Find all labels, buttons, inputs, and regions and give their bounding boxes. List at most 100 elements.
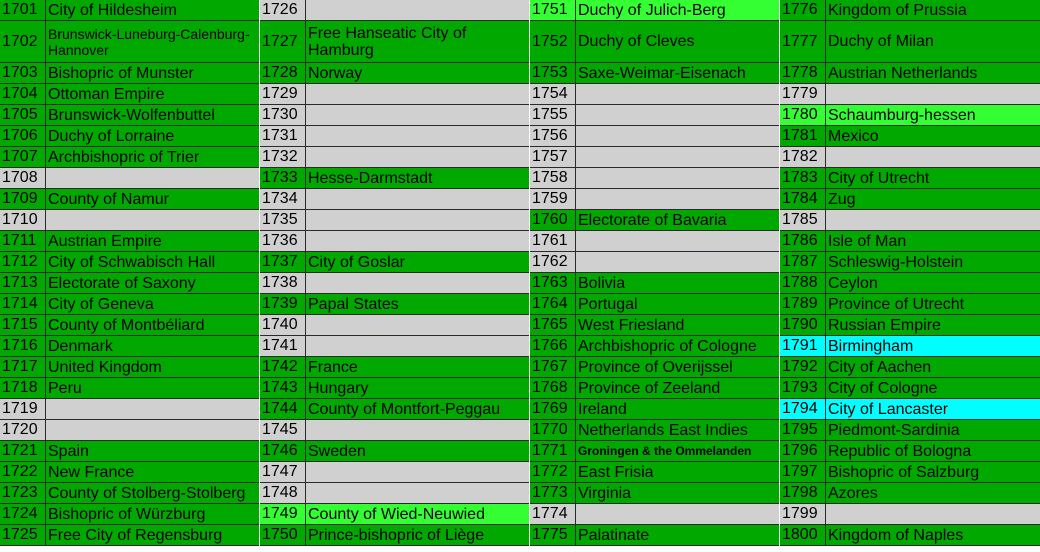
name-cell[interactable]: Free Hanseatic City of Hamburg: [306, 21, 529, 62]
table-row[interactable]: 1731: [260, 126, 529, 147]
year-cell[interactable]: 1785: [780, 210, 826, 230]
year-cell[interactable]: 1776: [780, 0, 826, 20]
table-row[interactable]: 1714 City of Geneva: [0, 294, 259, 315]
year-cell[interactable]: 1777: [780, 21, 826, 62]
table-row[interactable]: 1727 Free Hanseatic City of Hamburg: [260, 21, 529, 63]
name-cell[interactable]: Duchy of Cleves: [576, 21, 779, 62]
name-cell[interactable]: Hungary: [306, 378, 529, 398]
table-row[interactable]: 1752 Duchy of Cleves: [530, 21, 779, 63]
table-row[interactable]: 1748: [260, 483, 529, 504]
table-row[interactable]: 1739 Papal States: [260, 294, 529, 315]
table-row[interactable]: 1793 City of Cologne: [780, 378, 1040, 399]
year-cell[interactable]: 1789: [780, 294, 826, 314]
year-cell[interactable]: 1720: [0, 420, 46, 440]
name-cell[interactable]: Ireland: [576, 399, 779, 419]
table-row[interactable]: 1709 County of Namur: [0, 189, 259, 210]
name-cell[interactable]: Duchy of Julich-Berg: [576, 0, 779, 20]
name-cell[interactable]: Province of Overijssel: [576, 357, 779, 377]
year-cell[interactable]: 1784: [780, 189, 826, 209]
name-cell[interactable]: Prince-bishopric of Liège: [306, 525, 529, 545]
name-cell[interactable]: Piedmont-Sardinia: [826, 420, 1040, 440]
table-row[interactable]: 1745: [260, 420, 529, 441]
year-cell[interactable]: 1783: [780, 168, 826, 188]
table-row[interactable]: 1749 County of Wied-Neuwied: [260, 504, 529, 525]
table-row[interactable]: 1706 Duchy of Lorraine: [0, 126, 259, 147]
name-cell[interactable]: County of Namur: [46, 189, 259, 209]
year-cell[interactable]: 1759: [530, 189, 576, 209]
year-cell[interactable]: 1702: [0, 21, 46, 62]
table-row[interactable]: 1705 Brunswick-Wolfenbuttel: [0, 105, 259, 126]
year-cell[interactable]: 1774: [530, 504, 576, 524]
name-cell[interactable]: Austrian Netherlands: [826, 63, 1040, 83]
year-cell[interactable]: 1769: [530, 399, 576, 419]
table-row[interactable]: 1764 Portugal: [530, 294, 779, 315]
name-cell[interactable]: Electorate of Bavaria: [576, 210, 779, 230]
year-cell[interactable]: 1742: [260, 357, 306, 377]
name-cell[interactable]: Russian Empire: [826, 315, 1040, 335]
name-cell[interactable]: [826, 147, 1040, 167]
table-row[interactable]: 1784 Zug: [780, 189, 1040, 210]
year-cell[interactable]: 1741: [260, 336, 306, 356]
year-cell[interactable]: 1767: [530, 357, 576, 377]
table-row[interactable]: 1778 Austrian Netherlands: [780, 63, 1040, 84]
table-row[interactable]: 1710: [0, 210, 259, 231]
name-cell[interactable]: City of Hildesheim: [46, 0, 259, 20]
year-cell[interactable]: 1768: [530, 378, 576, 398]
name-cell[interactable]: City of Cologne: [826, 378, 1040, 398]
year-cell[interactable]: 1726: [260, 0, 306, 20]
year-cell[interactable]: 1740: [260, 315, 306, 335]
year-cell[interactable]: 1798: [780, 483, 826, 503]
name-cell[interactable]: Electorate of Saxony: [46, 273, 259, 293]
year-cell[interactable]: 1757: [530, 147, 576, 167]
year-cell[interactable]: 1730: [260, 105, 306, 125]
table-row[interactable]: 1715 County of Montbéliard: [0, 315, 259, 336]
year-cell[interactable]: 1729: [260, 84, 306, 104]
year-cell[interactable]: 1781: [780, 126, 826, 146]
year-cell[interactable]: 1787: [780, 252, 826, 272]
table-row[interactable]: 1791 Birmingham: [780, 336, 1040, 357]
name-cell[interactable]: Kingdom of Prussia: [826, 0, 1040, 20]
table-row[interactable]: 1744 County of Montfort-Peggau: [260, 399, 529, 420]
year-cell[interactable]: 1770: [530, 420, 576, 440]
table-row[interactable]: 1773 Virginia: [530, 483, 779, 504]
name-cell[interactable]: [306, 420, 529, 440]
name-cell[interactable]: [306, 273, 529, 293]
name-cell[interactable]: [306, 0, 529, 20]
name-cell[interactable]: County of Wied-Neuwied: [306, 504, 529, 524]
year-cell[interactable]: 1766: [530, 336, 576, 356]
year-cell[interactable]: 1715: [0, 315, 46, 335]
table-row[interactable]: 1719: [0, 399, 259, 420]
table-row[interactable]: 1738: [260, 273, 529, 294]
table-row[interactable]: 1800 Kingdom of Naples: [780, 525, 1040, 546]
table-row[interactable]: 1799: [780, 504, 1040, 525]
table-row[interactable]: 1750 Prince-bishopric of Liège: [260, 525, 529, 546]
name-cell[interactable]: East Frisia: [576, 462, 779, 482]
name-cell[interactable]: Denmark: [46, 336, 259, 356]
year-cell[interactable]: 1793: [780, 378, 826, 398]
year-cell[interactable]: 1744: [260, 399, 306, 419]
year-cell[interactable]: 1780: [780, 105, 826, 125]
table-row[interactable]: 1726: [260, 0, 529, 21]
year-cell[interactable]: 1735: [260, 210, 306, 230]
name-cell[interactable]: County of Stolberg-Stolberg: [46, 483, 259, 503]
table-row[interactable]: 1775 Palatinate: [530, 525, 779, 546]
year-cell[interactable]: 1790: [780, 315, 826, 335]
name-cell[interactable]: City of Goslar: [306, 252, 529, 272]
name-cell[interactable]: [306, 315, 529, 335]
table-row[interactable]: 1717 United Kingdom: [0, 357, 259, 378]
name-cell[interactable]: City of Geneva: [46, 294, 259, 314]
table-row[interactable]: 1720: [0, 420, 259, 441]
name-cell[interactable]: County of Montbéliard: [46, 315, 259, 335]
year-cell[interactable]: 1737: [260, 252, 306, 272]
name-cell[interactable]: [306, 84, 529, 104]
year-cell[interactable]: 1788: [780, 273, 826, 293]
name-cell[interactable]: Mexico: [826, 126, 1040, 146]
table-row[interactable]: 1718 Peru: [0, 378, 259, 399]
table-row[interactable]: 1716 Denmark: [0, 336, 259, 357]
name-cell[interactable]: [306, 126, 529, 146]
table-row[interactable]: 1798 Azores: [780, 483, 1040, 504]
name-cell[interactable]: Groningen & the Ommelanden: [576, 441, 779, 461]
table-row[interactable]: 1766 Archbishopric of Cologne: [530, 336, 779, 357]
year-cell[interactable]: 1786: [780, 231, 826, 251]
year-cell[interactable]: 1701: [0, 0, 46, 20]
